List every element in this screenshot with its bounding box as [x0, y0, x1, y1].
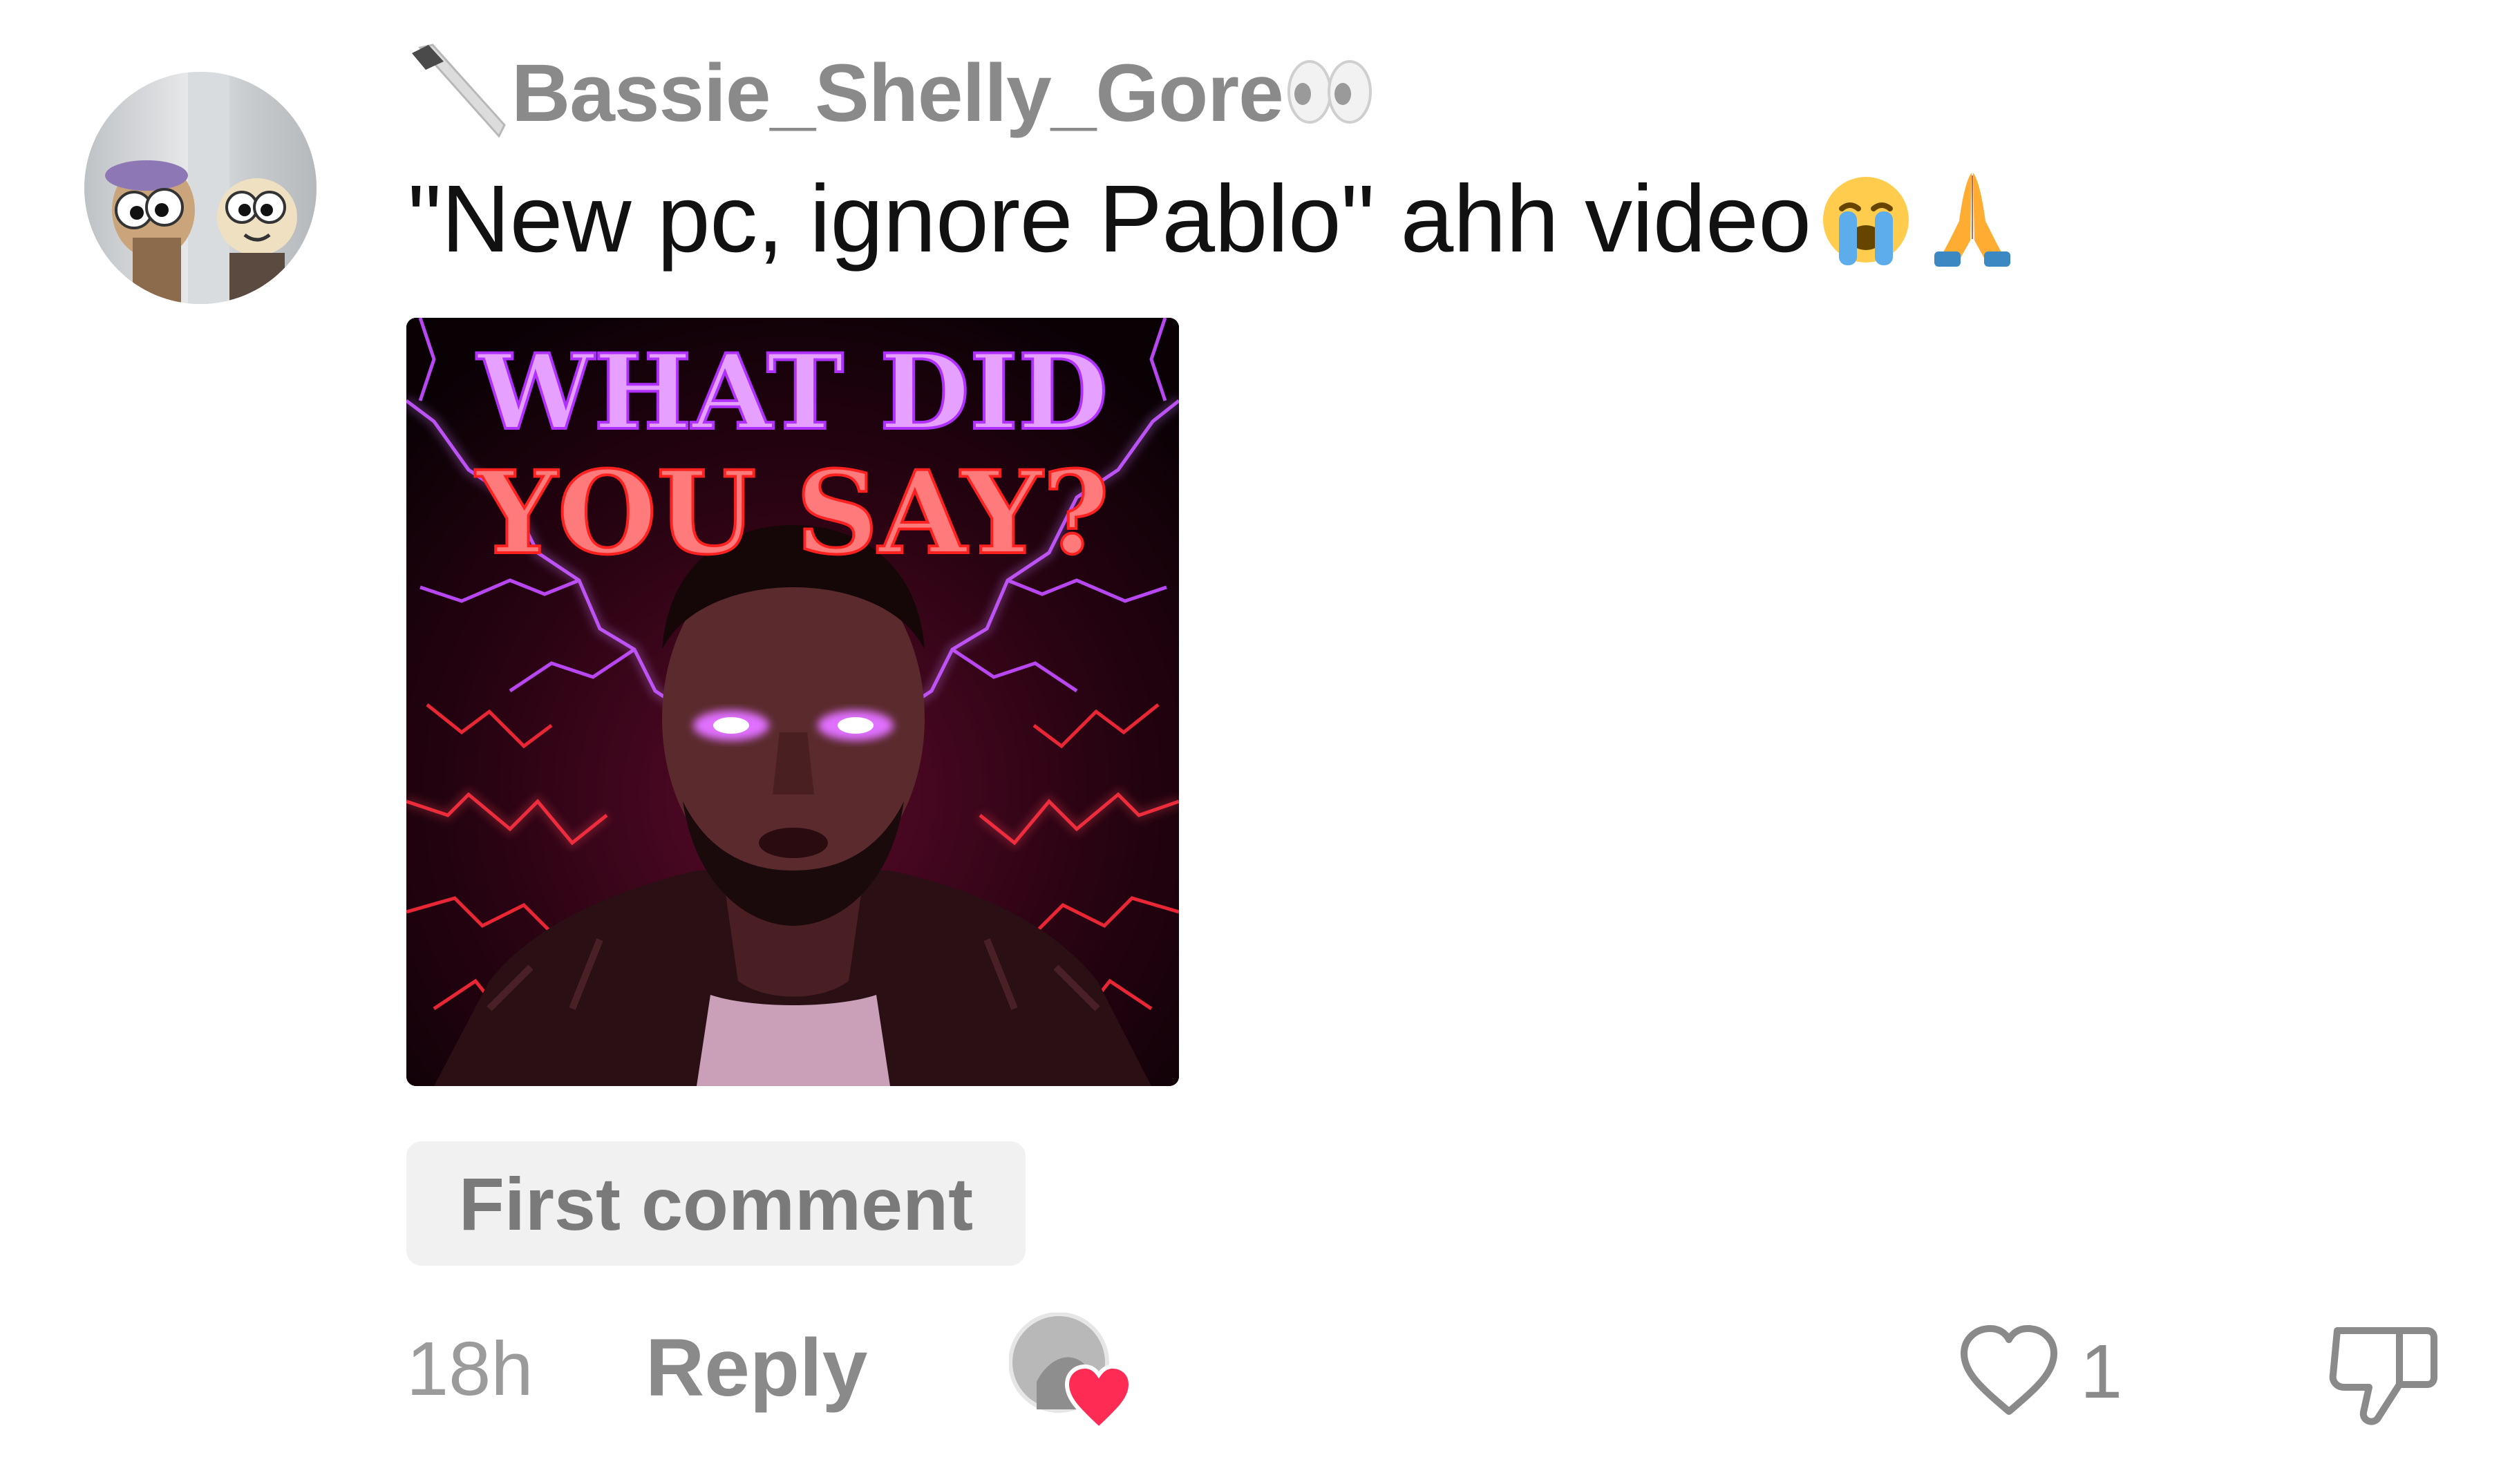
comment-item: Bassie_Shelly_Gore "New pc, ignore Pablo… — [0, 0, 2510, 1484]
creator-liked-indicator — [1008, 1312, 1133, 1432]
comment-text-row: "New pc, ignore Pablo" ahh video — [408, 160, 2024, 278]
image-caption-line2: YOU SAY? — [475, 446, 1109, 580]
heart-outline-icon[interactable] — [1957, 1322, 2061, 1422]
like-count: 1 — [2080, 1329, 2123, 1414]
image-caption-line1: WHAT DID — [476, 332, 1108, 453]
attached-image[interactable]: WHAT DID YOU SAY? — [406, 318, 1179, 1086]
user-avatar[interactable] — [84, 72, 317, 304]
folded-hands-icon — [1921, 166, 2024, 273]
username-row[interactable]: Bassie_Shelly_Gore — [408, 41, 1373, 145]
comment-text: "New pc, ignore Pablo" ahh video — [408, 165, 1811, 272]
eyes-icon — [1283, 54, 1373, 133]
like-button[interactable]: 1 — [1957, 1313, 2122, 1430]
badge-label: First comment — [458, 1161, 974, 1246]
loudly-crying-face-icon — [1814, 166, 1918, 273]
comment-actions: 18h Reply 1 — [406, 1299, 2480, 1437]
timestamp: 18h — [406, 1326, 534, 1411]
heart-icon — [1064, 1364, 1133, 1432]
dislike-icon[interactable] — [2323, 1315, 2441, 1433]
first-comment-badge: First comment — [406, 1141, 1026, 1266]
username[interactable]: Bassie_Shelly_Gore — [511, 46, 1284, 140]
knife-icon — [408, 43, 511, 144]
reply-button[interactable]: Reply — [645, 1321, 867, 1415]
